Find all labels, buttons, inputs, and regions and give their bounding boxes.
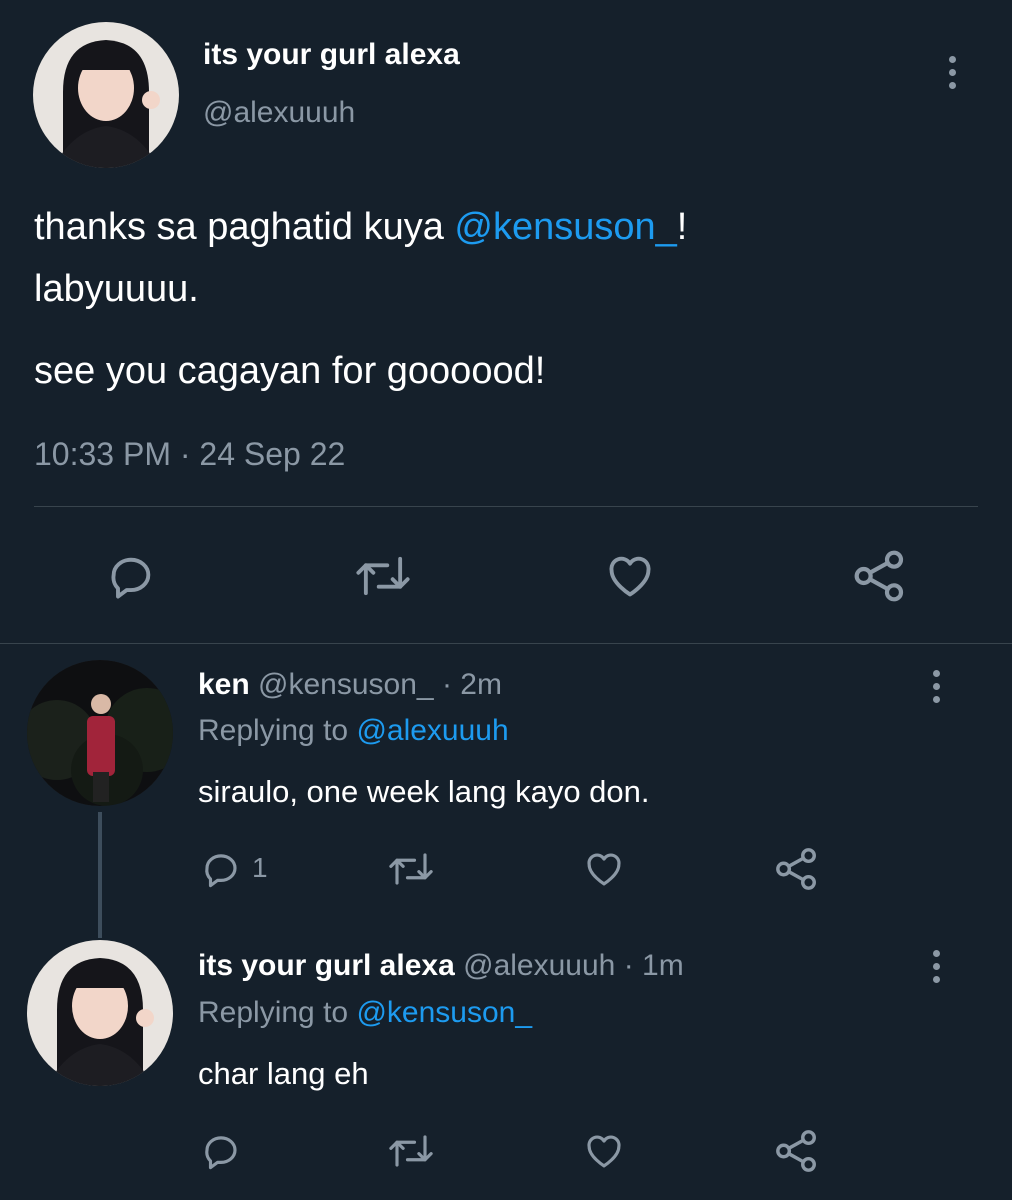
tweet-text-line2: labyuuuu. <box>34 268 199 310</box>
more-icon[interactable] <box>930 950 942 983</box>
main-display-name[interactable]: its your gurl alexa <box>203 38 460 72</box>
main-tweet-text: thanks sa paghatid kuya @kensuson_! laby… <box>34 196 994 320</box>
avatar-alexa[interactable] <box>27 940 173 1086</box>
reply2-header: its your gurl alexa @alexuuuh · 1m <box>198 949 684 983</box>
reply1-reply-count: 1 <box>252 852 268 883</box>
section-divider <box>0 643 1012 644</box>
reply-icon[interactable] <box>105 550 157 602</box>
reply1-time[interactable]: · 2m <box>442 668 502 701</box>
replying-to-label: Replying to <box>198 714 349 747</box>
thread-line <box>98 812 102 938</box>
more-icon[interactable] <box>930 670 942 703</box>
share-icon[interactable] <box>774 846 820 892</box>
more-icon[interactable] <box>946 56 958 89</box>
reply2-time[interactable]: · 1m <box>624 949 684 982</box>
reply1-handle[interactable]: @kensuson_ <box>258 668 434 701</box>
reply2-text: char lang eh <box>198 1056 369 1091</box>
reply2-handle[interactable]: @alexuuuh <box>463 949 615 982</box>
share-icon[interactable] <box>852 548 908 604</box>
reply-icon[interactable] <box>200 848 242 890</box>
divider <box>34 506 978 507</box>
mention-link[interactable]: @kensuson_ <box>454 206 676 248</box>
reply1-display-name[interactable]: ken <box>198 668 250 701</box>
reply2-replying-to: Replying to @kensuson_ <box>198 996 532 1030</box>
reply-icon[interactable] <box>200 1130 242 1172</box>
reply1-text: siraulo, one week lang kayo don. <box>198 774 650 809</box>
replying-to-label: Replying to <box>198 996 349 1029</box>
main-handle[interactable]: @alexuuuh <box>203 96 355 130</box>
reply-count: 1 <box>252 852 268 884</box>
like-icon[interactable] <box>582 1130 626 1172</box>
tweet-text-part1: thanks sa paghatid kuya <box>34 206 455 248</box>
avatar-alexa[interactable] <box>33 22 179 168</box>
like-icon[interactable] <box>582 848 626 890</box>
reply2-display-name[interactable]: its your gurl alexa <box>198 949 455 982</box>
tweet-text-part2: ! <box>676 206 688 248</box>
replying-to-handle[interactable]: @alexuuuh <box>356 714 508 747</box>
tweet-text-line3: see you cagayan for goooood! <box>34 350 546 392</box>
retweet-icon[interactable] <box>386 848 436 890</box>
like-icon[interactable] <box>603 550 657 602</box>
reply1-replying-to: Replying to @alexuuuh <box>198 714 509 748</box>
retweet-icon[interactable] <box>386 1130 436 1172</box>
retweet-icon[interactable] <box>353 550 413 602</box>
replying-to-handle[interactable]: @kensuson_ <box>356 996 532 1029</box>
tweet-timestamp[interactable]: 10:33 PM · 24 Sep 22 <box>34 436 345 473</box>
share-icon[interactable] <box>774 1128 820 1174</box>
reply1-header: ken @kensuson_ · 2m <box>198 668 502 702</box>
avatar-ken[interactable] <box>27 660 173 806</box>
